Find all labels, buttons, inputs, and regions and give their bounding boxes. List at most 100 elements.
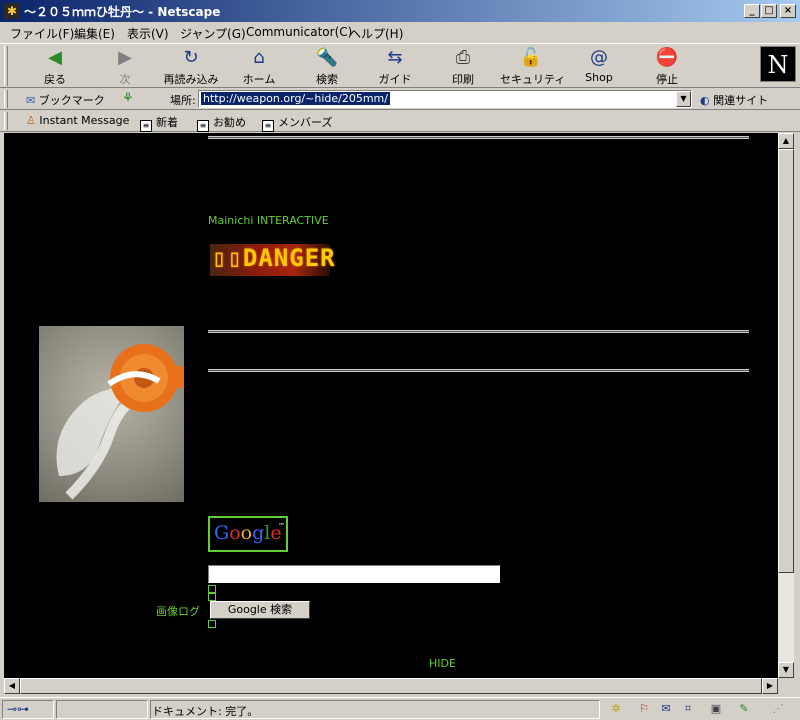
google-search-button[interactable]: Google 検索	[210, 601, 310, 619]
horizontal-scroll-thumb[interactable]	[20, 678, 762, 694]
menu-file[interactable]: ファイル(F)	[10, 25, 74, 42]
navigator-icon[interactable]: ⚐	[636, 702, 652, 716]
window-title: ～２０５ｍｍひ牡丹～ - Netscape	[24, 5, 221, 19]
guide-label: ガイド	[378, 73, 412, 86]
security-status-icon[interactable]: ✲	[608, 702, 624, 716]
connection-icon: ⊸⊶	[7, 702, 30, 716]
danger-banner[interactable]: ▯▯DANGER	[208, 240, 336, 280]
shopping-bag-icon: @	[590, 47, 608, 68]
url-dropdown-icon[interactable]: ▼	[676, 91, 691, 107]
image-log-link[interactable]: 画像ログ	[156, 603, 200, 619]
scroll-right-icon[interactable]: ▶	[762, 678, 778, 694]
mail-icon[interactable]: ✉	[658, 702, 674, 716]
checkbox-icon[interactable]	[208, 585, 216, 593]
guide-icon: ⇆	[387, 47, 403, 68]
bookmark-page-icon: ≡	[140, 120, 152, 132]
related-sites-icon: ◐	[700, 94, 710, 107]
personal-grip[interactable]	[4, 112, 8, 130]
minimize-button[interactable]: _	[744, 4, 760, 18]
product-photo[interactable]	[39, 326, 184, 502]
horizontal-rule	[208, 369, 749, 372]
related-sites-label: 関連サイト	[713, 94, 769, 107]
stop-icon: ⛔	[655, 47, 679, 68]
forward-arrow-icon: ▶	[118, 47, 132, 68]
scroll-up-icon[interactable]: ▲	[778, 133, 794, 149]
recommended-link[interactable]: ≡ お勧め	[197, 114, 246, 132]
home-button[interactable]: ⌂ ホーム	[228, 47, 290, 87]
close-button[interactable]: ×	[780, 4, 796, 18]
progress-panel	[56, 700, 148, 719]
recommended-label: お勧め	[213, 116, 246, 129]
google-search-input[interactable]	[208, 565, 500, 583]
url-field[interactable]: http://weapon.org/~hide/205mm/ ▼	[198, 90, 692, 108]
guide-button[interactable]: ⇆ ガイド	[364, 47, 426, 87]
forward-label: 次	[119, 73, 131, 86]
google-logo-text: Google	[214, 522, 282, 544]
print-label: 印刷	[452, 73, 474, 86]
personal-toolbar: ♙ Instant Message ≡ 新着 ≡ お勧め ≡ メンバーズ	[0, 110, 800, 132]
maximize-button[interactable]: □	[761, 4, 777, 18]
search-button[interactable]: 🔦 検索	[296, 47, 358, 87]
bookmark-icon: ✉	[26, 94, 36, 107]
forward-button[interactable]: ▶ 次	[94, 47, 156, 87]
navigation-toolbar: ◀ 戻る ▶ 次 ↻ 再読み込み ⌂ ホーム 🔦 検索 ⇆ ガイド ⎙ 印刷 🔓…	[0, 43, 800, 88]
checkbox-icon[interactable]	[208, 620, 216, 628]
status-text: ドキュメント: 完了。	[152, 705, 259, 718]
menu-bar: ファイル(F) 編集(E) 表示(V) ジャンプ(G) Communicator…	[0, 22, 800, 42]
back-button[interactable]: ◀ 戻る	[24, 47, 86, 87]
home-label: ホーム	[242, 73, 276, 86]
stop-label: 停止	[656, 73, 678, 86]
google-logo[interactable]: Google ™	[208, 516, 288, 552]
related-sites-button[interactable]: ◐ 関連サイト	[700, 92, 768, 108]
page-content: Mainichi INTERACTIVE ▯▯DANGER Google ™ 画…	[4, 133, 778, 678]
url-text[interactable]: http://weapon.org/~hide/205mm/	[201, 92, 390, 105]
edit-pen-icon[interactable]: ✎	[736, 702, 752, 716]
instant-message-link[interactable]: ♙ Instant Message	[26, 114, 129, 127]
status-bar: ⊸⊶ ドキュメント: 完了。 ✲ ⚐ ✉ ⌗ ▣ ✎ ⋰	[0, 697, 800, 720]
footer-hide-text: HIDE	[429, 657, 456, 670]
instant-message-label: Instant Message	[39, 114, 130, 127]
netscape-app-icon[interactable]: ✱	[4, 3, 20, 19]
discussion-icon[interactable]: ⌗	[680, 702, 696, 716]
menu-help[interactable]: ヘルプ(H)	[349, 25, 403, 42]
stop-button[interactable]: ⛔ 停止	[636, 47, 698, 87]
danger-banner-text: ▯▯DANGER	[212, 244, 336, 272]
menu-communicator[interactable]: Communicator(C)	[246, 25, 352, 39]
shop-button[interactable]: @ Shop	[568, 47, 630, 87]
bookmark-page-icon: ≡	[262, 120, 274, 132]
photo-drawing	[56, 344, 184, 500]
lock-icon: 🔓	[519, 47, 543, 68]
home-icon: ⌂	[253, 47, 265, 68]
location-grip[interactable]	[4, 90, 8, 108]
trademark-mark: ™	[278, 522, 285, 530]
shop-label: Shop	[585, 71, 613, 84]
scroll-down-icon[interactable]: ▼	[778, 662, 794, 678]
vertical-scroll-thumb[interactable]	[778, 149, 794, 573]
netscape-logo[interactable]: N	[760, 46, 796, 82]
reload-button[interactable]: ↻ 再読み込み	[160, 47, 222, 87]
page-proxy-icon[interactable]: ⚘	[122, 91, 134, 106]
resize-grip-icon[interactable]: ⋰	[770, 702, 786, 716]
bookmarks-button[interactable]: ✉ ブックマーク	[26, 92, 105, 108]
toolbar-grip[interactable]	[4, 46, 8, 86]
menu-go[interactable]: ジャンプ(G)	[180, 25, 246, 42]
scroll-left-icon[interactable]: ◀	[4, 678, 20, 694]
location-label: 場所:	[170, 94, 196, 107]
print-button[interactable]: ⎙ 印刷	[432, 47, 494, 87]
title-bar[interactable]: ✱ ～２０５ｍｍひ牡丹～ - Netscape _ □ ×	[0, 0, 800, 22]
horizontal-scrollbar[interactable]: ◀ ▶	[4, 678, 778, 694]
security-button[interactable]: 🔓 セキュリティ	[500, 47, 565, 87]
members-label: メンバーズ	[278, 116, 333, 129]
bookmark-page-icon: ≡	[197, 120, 209, 132]
vertical-scrollbar[interactable]: ▲ ▼	[778, 133, 794, 678]
menu-edit[interactable]: 編集(E)	[74, 25, 115, 42]
checkbox-icon[interactable]	[208, 593, 216, 601]
new-label: 新着	[156, 116, 178, 129]
mainichi-interactive-link[interactable]: Mainichi INTERACTIVE	[208, 214, 329, 227]
menu-view[interactable]: 表示(V)	[127, 25, 169, 42]
composer-icon[interactable]: ▣	[708, 702, 724, 716]
new-link[interactable]: ≡ 新着	[140, 114, 178, 132]
horizontal-rule	[208, 136, 749, 139]
search-label: 検索	[316, 73, 338, 86]
members-link[interactable]: ≡ メンバーズ	[262, 114, 332, 132]
